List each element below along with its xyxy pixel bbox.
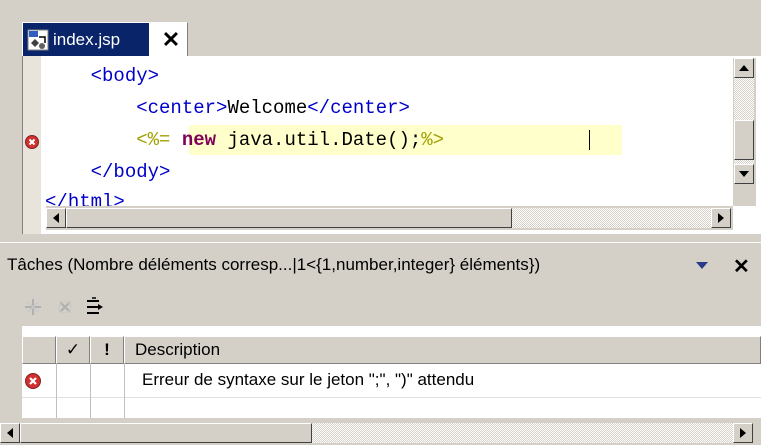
cell-separator (124, 364, 125, 398)
arrow-left-icon (7, 428, 13, 438)
text-caret (589, 130, 590, 150)
code-token: java.util.Date(); (216, 129, 422, 151)
task-description: Erreur de syntaxe sur le jeton ";", ")" … (142, 370, 475, 389)
scroll-left-button[interactable] (46, 208, 66, 228)
cell-separator (124, 398, 125, 418)
scroll-thumb[interactable] (66, 208, 512, 228)
error-icon (25, 373, 41, 389)
tasks-toolbar (0, 288, 761, 326)
code-line[interactable]: <%= new java.util.Date();%> (45, 125, 444, 155)
code-token: Welcome (227, 97, 308, 119)
arrow-right-icon (718, 213, 724, 223)
cell-separator (56, 364, 57, 398)
code-line[interactable]: <center>Welcome</center> (45, 93, 410, 123)
arrow-up-icon (739, 65, 749, 71)
code-token: %> (421, 129, 445, 151)
code-token: body (113, 161, 160, 183)
tab-title-area[interactable]: index.jsp (23, 23, 149, 57)
filter-icon[interactable] (84, 296, 106, 318)
tab-label: index.jsp (53, 30, 121, 49)
delete-task-icon[interactable] (54, 296, 76, 318)
scroll-right-button[interactable] (733, 423, 753, 443)
cell-separator (56, 398, 57, 418)
tab-index-jsp[interactable]: index.jsp ✕ (22, 22, 188, 57)
table-row[interactable]: Erreur de syntaxe sur le jeton ";", ")" … (22, 364, 761, 398)
code-line[interactable]: <body> (45, 61, 159, 91)
code-token: body (102, 65, 148, 87)
scroll-thumb[interactable] (734, 120, 754, 160)
table-row[interactable] (22, 398, 761, 418)
error-marker-icon[interactable] (25, 135, 39, 149)
code-token: center (147, 97, 217, 119)
scroll-track[interactable] (312, 423, 733, 443)
column-priority[interactable]: ! (90, 336, 124, 364)
scroll-up-button[interactable] (734, 58, 754, 78)
scroll-left-button[interactable] (0, 423, 20, 443)
code-token: > (159, 161, 171, 183)
code-token: </ (90, 161, 114, 183)
arrow-down-icon (739, 171, 749, 177)
view-divider[interactable] (0, 234, 761, 242)
editor-horizontal-scrollbar[interactable] (46, 206, 733, 230)
code-token: > (147, 65, 160, 87)
cell-separator (90, 398, 91, 418)
close-icon[interactable]: ✕ (733, 254, 750, 279)
scroll-down-button[interactable] (734, 164, 754, 184)
editor-vertical-scrollbar[interactable] (733, 58, 756, 206)
code-token: > (216, 97, 228, 119)
code-token: < (90, 65, 103, 87)
code-line[interactable]: </body> (45, 157, 171, 187)
jsp-file-icon (27, 29, 49, 51)
tasks-horizontal-scrollbar[interactable] (0, 420, 761, 445)
arrow-left-icon (53, 213, 59, 223)
code-token: > (398, 97, 410, 119)
view-menu-icon[interactable] (696, 262, 708, 269)
arrow-right-icon (740, 428, 746, 438)
column-done[interactable]: ✓ (56, 336, 90, 364)
column-severity[interactable] (22, 336, 56, 364)
scroll-thumb[interactable] (20, 423, 312, 443)
code-token: < (136, 97, 148, 119)
column-description[interactable]: Description (124, 336, 761, 364)
tasks-table[interactable]: ✓ ! Description Erreur de syntaxe sur le… (22, 326, 761, 418)
code-token: center (330, 97, 399, 119)
code-token: <%= (136, 129, 182, 151)
add-task-icon[interactable] (22, 296, 44, 318)
code-token: new (181, 129, 217, 151)
scroll-track[interactable] (512, 208, 711, 228)
editor-gutter (23, 56, 41, 234)
table-header: ✓ ! Description (22, 336, 761, 364)
code-token: </ (307, 97, 331, 119)
tasks-view-title-bar: Tâches (Nombre déléments corresp...|1<{1… (0, 242, 761, 288)
cell-separator (90, 364, 91, 398)
close-icon[interactable]: ✕ (159, 28, 183, 52)
tasks-view-title: Tâches (Nombre déléments corresp...|1<{1… (7, 255, 541, 274)
scroll-right-button[interactable] (711, 208, 731, 228)
